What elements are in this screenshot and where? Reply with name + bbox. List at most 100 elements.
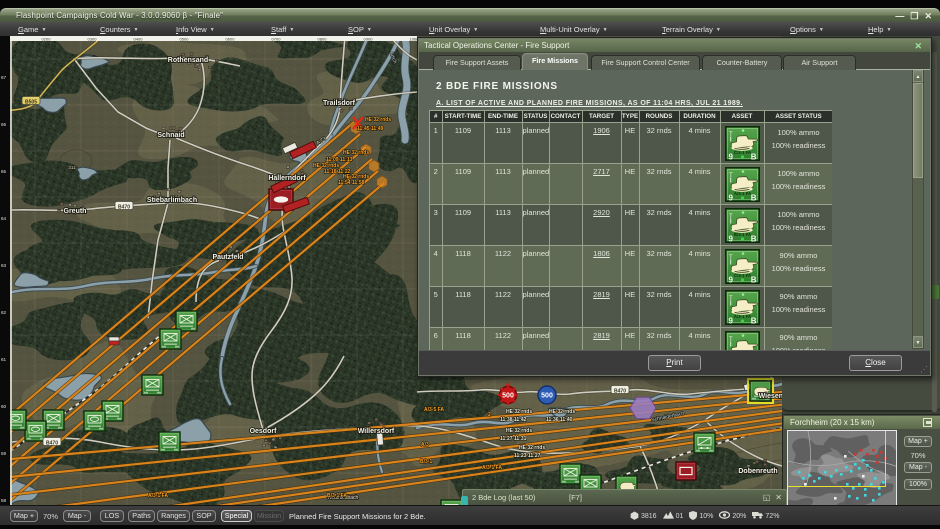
statusbar-ranges-button[interactable]: Ranges [157, 510, 190, 522]
unit-counter[interactable] [142, 375, 163, 395]
target-link[interactable]: 2819 [593, 331, 610, 340]
menu-sop[interactable]: SOP▼ [348, 25, 372, 34]
target-link[interactable]: 2920 [593, 208, 610, 217]
ruler-label: 58 [1, 498, 7, 503]
menu-game[interactable]: Game▼ [18, 25, 46, 34]
sidebar-scrollbar[interactable] [932, 52, 937, 412]
cell-end: 1113 [484, 163, 522, 204]
menu-info-view[interactable]: Info View▼ [176, 25, 215, 34]
map-label: Willersdorf [358, 428, 395, 435]
scroll-up-icon[interactable]: ▲ [913, 70, 923, 82]
minimap-zoom-in-button[interactable]: Map + [904, 436, 932, 447]
table-row[interactable]: 211091113planned2717HE32 rnds4 minsTA/3-… [430, 163, 832, 204]
dialog-tabs: Fire Support AssetsFire MissionsFire Sup… [419, 52, 930, 70]
tab-counter-battery[interactable]: Counter-Battery [702, 55, 782, 70]
cell-target: 2819 [582, 327, 621, 350]
enemy-counter[interactable] [676, 462, 696, 480]
asset-counter-icon: TC/3-1 FA9B [725, 249, 760, 284]
col-header: # [430, 111, 442, 122]
unit-counter[interactable] [84, 411, 105, 431]
table-row[interactable]: 611181122planned2819HE32 rnds4 minsTB/3-… [430, 327, 832, 350]
road-shield: B470 [115, 202, 133, 211]
chevron-down-icon: ▼ [289, 27, 294, 33]
table-row[interactable]: 311091113planned2920HE32 rnds4 minsTB/3-… [430, 204, 832, 245]
minimap-zoom-out-button[interactable]: Map - [904, 462, 932, 473]
unit-counter[interactable] [25, 421, 46, 441]
unit-counter[interactable] [560, 464, 581, 484]
log-bar-label: 2 Bde Log (last 50) [472, 490, 535, 505]
target-link[interactable]: 1806 [593, 249, 610, 258]
minimap-zoom-100-button[interactable]: 100% [904, 479, 932, 490]
statusbar-los-button[interactable]: LOS [100, 510, 124, 522]
minimap-image[interactable] [787, 430, 897, 512]
dialog-titlebar[interactable]: Tactical Operations Center - Fire Suppor… [419, 39, 930, 52]
table-row[interactable]: 511181122planned2819HE32 rnds4 minsTA/3-… [430, 286, 832, 327]
svg-text:B/3-1 FA: B/3-1 FA [733, 232, 750, 237]
ruler-label: 0900 [364, 36, 374, 41]
log-bar-icons: ◱ ✕ [763, 493, 782, 503]
unit-counter[interactable] [160, 329, 181, 349]
mission-tag: 11:27 11:31 [500, 436, 527, 442]
statusbar-mission-button[interactable]: Mission [254, 510, 284, 522]
svg-text:A/3-1 FA: A/3-1 FA [733, 191, 750, 196]
ruler-label: 66 [1, 122, 7, 127]
scroll-down-icon[interactable]: ▼ [913, 336, 923, 348]
menu-multi-unit-overlay[interactable]: Multi-Unit Overlay▼ [540, 25, 608, 34]
close-button[interactable]: Close [849, 355, 902, 371]
tab-fire-support-assets[interactable]: Fire Support Assets [433, 55, 521, 70]
menu-staff[interactable]: Staff▼ [271, 25, 294, 34]
statusbar-sop-button[interactable]: SOP [192, 510, 216, 522]
dialog-body: 2 BDE FIRE MISSIONS A. LIST OF ACTIVE AN… [419, 70, 930, 350]
cell-type: HE [621, 286, 639, 327]
table-row[interactable]: 111091113planned1906HE32 rnds4 minsTC/3-… [430, 122, 832, 163]
target-link[interactable]: 2717 [593, 167, 610, 176]
restore-icon[interactable]: ◱ [763, 493, 771, 503]
maximize-icon[interactable]: ❒ [910, 11, 918, 21]
statusbar-paths-button[interactable]: Paths [128, 510, 155, 522]
unit-counter[interactable] [694, 433, 715, 453]
menu-counters[interactable]: Counters▼ [100, 25, 138, 34]
tab-air-support[interactable]: Air Support [783, 55, 856, 70]
mission-tag: HE 32 rnds [506, 409, 532, 415]
menu-unit-overlay[interactable]: Unit Overlay▼ [429, 25, 478, 34]
minimap-zoom-level: 70% [904, 451, 932, 460]
mission-tag: A/3-1 FA [148, 493, 168, 499]
dialog-scrollbar[interactable]: ▲ ▼ [912, 70, 924, 349]
indicator-eye: 20% [719, 511, 746, 521]
col-header: CONTACT [549, 111, 582, 122]
log-bar[interactable]: 2 Bde Log (last 50) [F7] ◱ ✕ [462, 489, 787, 506]
statusbar-map--button[interactable]: Map - [63, 510, 91, 522]
col-header: DURATION [679, 111, 720, 122]
print-button[interactable]: Print [648, 355, 701, 371]
unit-counter[interactable] [159, 432, 180, 452]
statusbar-special-button[interactable]: Special [221, 510, 252, 522]
svg-text:B505: B505 [25, 99, 37, 105]
menu-help[interactable]: Help▼ [868, 25, 891, 34]
minimap-header[interactable]: Forchheim (20 x 15 km) [784, 416, 940, 429]
close-icon[interactable]: ✕ [924, 11, 932, 21]
statusbar-map--button[interactable]: Map + [10, 510, 38, 522]
menu-options[interactable]: Options▼ [790, 25, 824, 34]
close-log-icon[interactable]: ✕ [775, 493, 782, 503]
unit-counter[interactable] [176, 311, 197, 331]
ruler-label: 61 [1, 357, 7, 362]
tab-fire-missions[interactable]: Fire Missions [522, 53, 588, 70]
vp-marker[interactable]: 500 [538, 386, 556, 404]
svg-text:B470: B470 [118, 204, 130, 210]
target-link[interactable]: 1906 [593, 126, 610, 135]
cell-asset: TC/3-1 FA9B [720, 122, 764, 163]
menu-terrain-overlay[interactable]: Terrain Overlay▼ [662, 25, 721, 34]
tab-fire-support-control-center[interactable]: Fire Support Control Center [591, 55, 700, 70]
table-row[interactable]: 411181122planned1806HE32 rnds4 minsTC/3-… [430, 245, 832, 286]
mountain-icon [663, 511, 674, 521]
indicator-value: 3816 [641, 513, 657, 520]
resize-grip[interactable]: ⋰ [920, 365, 928, 374]
readiness-status: 100% readiness [765, 221, 833, 234]
window-titlebar[interactable]: Flashpoint Campaigns Cold War - 3.0.0.90… [0, 8, 940, 22]
minimize-icon[interactable]: — [895, 11, 904, 21]
minimap-viewport[interactable] [787, 430, 886, 487]
target-link[interactable]: 2819 [593, 290, 610, 299]
minimap-detach-icon[interactable] [923, 418, 932, 427]
scrollbar-thumb[interactable] [913, 83, 923, 178]
chevron-down-icon: ▼ [819, 27, 824, 33]
